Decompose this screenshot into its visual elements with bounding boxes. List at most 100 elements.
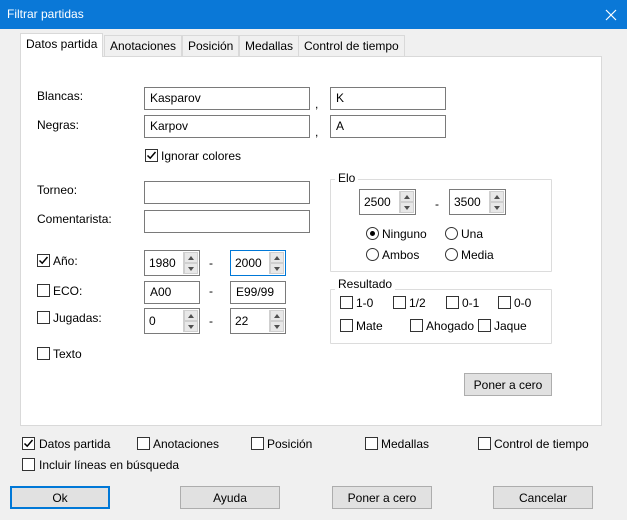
black-player-input[interactable]: Karpov	[144, 115, 310, 138]
range-dash: -	[209, 256, 213, 270]
tab-anotaciones[interactable]: Anotaciones	[104, 35, 183, 56]
year-checkbox[interactable]	[37, 254, 50, 267]
tournament-label: Torneo:	[37, 183, 78, 197]
ok-button[interactable]: Ok	[10, 486, 110, 509]
white-player-extra-input[interactable]: K	[330, 87, 446, 110]
spin-up-icon[interactable]	[270, 310, 284, 321]
range-dash: -	[209, 284, 213, 298]
year-from-value: 1980	[149, 256, 176, 270]
game-data-checkbox[interactable]	[22, 437, 35, 450]
moves-from-spinner[interactable]: 0	[144, 308, 200, 334]
moves-to-value: 22	[235, 314, 249, 328]
range-dash: -	[209, 314, 213, 328]
elo-radio-ninguno[interactable]	[366, 227, 379, 240]
tab-panel: Blancas: Kasparov , K Negras: Karpov , A…	[20, 56, 602, 426]
text-checkbox[interactable]	[37, 347, 50, 360]
annotations-label: Anotaciones	[153, 437, 220, 451]
moves-label: Jugadas:	[53, 311, 102, 325]
spin-down-icon[interactable]	[184, 263, 198, 274]
elo-radio-media[interactable]	[445, 248, 458, 261]
spin-up-icon[interactable]	[270, 252, 284, 263]
result-checkbox-draw[interactable]	[393, 296, 406, 309]
reset-button[interactable]: Poner a cero	[332, 486, 432, 509]
text-label: Texto	[53, 347, 82, 361]
tab-medallas[interactable]: Medallas	[239, 35, 300, 56]
tab-control-de-tiempo[interactable]: Control de tiempo	[298, 35, 405, 56]
spin-down-icon[interactable]	[400, 202, 414, 213]
elo-option-label: Una	[461, 227, 484, 241]
result-group-title: Resultado	[335, 277, 396, 291]
moves-to-spinner[interactable]: 22	[230, 308, 286, 334]
include-lines-checkbox[interactable]	[22, 458, 35, 471]
elo-radio-ambos[interactable]	[366, 248, 379, 261]
result-checkbox-check[interactable]	[478, 319, 491, 332]
result-option-label: Mate	[356, 319, 383, 333]
result-option-label: 0-1	[462, 296, 480, 310]
comma-separator: ,	[315, 125, 319, 139]
eco-checkbox[interactable]	[37, 284, 50, 297]
result-checkbox-mate[interactable]	[340, 319, 353, 332]
year-from-spinner[interactable]: 1980	[144, 250, 200, 276]
tournament-input[interactable]	[144, 181, 310, 204]
result-checkbox-white-win[interactable]	[340, 296, 353, 309]
spin-down-icon[interactable]	[270, 321, 284, 332]
spin-up-icon[interactable]	[184, 252, 198, 263]
white-player-input[interactable]: Kasparov	[144, 87, 310, 110]
comma-separator: ,	[315, 97, 319, 111]
year-to-value: 2000	[235, 256, 262, 270]
time-control-checkbox[interactable]	[478, 437, 491, 450]
year-to-spinner[interactable]: 2000	[230, 250, 286, 276]
eco-to-input[interactable]: E99/99	[230, 281, 286, 304]
panel-reset-button[interactable]: Poner a cero	[464, 373, 552, 396]
medals-label: Medallas	[381, 437, 430, 451]
position-label: Posición	[267, 437, 313, 451]
title-bar: Filtrar partidas	[0, 0, 627, 29]
range-dash: -	[435, 197, 439, 211]
spin-up-icon[interactable]	[184, 310, 198, 321]
time-control-label: Control de tiempo	[494, 437, 589, 451]
spin-down-icon[interactable]	[270, 263, 284, 274]
black-label: Negras:	[37, 118, 80, 132]
cancel-button[interactable]: Cancelar	[493, 486, 593, 509]
result-option-label: Jaque	[494, 319, 527, 333]
elo-option-label: Ambos	[382, 248, 420, 262]
year-label: Año:	[53, 254, 78, 268]
ignore-colors-label: Ignorar colores	[161, 149, 242, 163]
spin-up-icon[interactable]	[490, 191, 504, 202]
elo-option-label: Media	[461, 248, 494, 262]
moves-checkbox[interactable]	[37, 311, 50, 324]
eco-label: ECO:	[53, 284, 83, 298]
result-option-label: 1-0	[356, 296, 374, 310]
close-icon[interactable]	[595, 0, 627, 29]
position-checkbox[interactable]	[251, 437, 264, 450]
include-lines-label: Incluir líneas en búsqueda	[39, 458, 180, 472]
result-checkbox-black-win[interactable]	[446, 296, 459, 309]
window-title: Filtrar partidas	[7, 7, 84, 21]
annotations-checkbox[interactable]	[137, 437, 150, 450]
result-checkbox-no-result[interactable]	[498, 296, 511, 309]
eco-from-input[interactable]: A00	[144, 281, 200, 304]
result-option-label: 1/2	[409, 296, 426, 310]
elo-option-label: Ninguno	[382, 227, 427, 241]
ignore-colors-checkbox[interactable]	[145, 149, 158, 162]
result-option-label: 0-0	[514, 296, 532, 310]
annotator-input[interactable]	[144, 210, 310, 233]
spin-up-icon[interactable]	[400, 191, 414, 202]
medals-checkbox[interactable]	[365, 437, 378, 450]
black-player-extra-input[interactable]: A	[330, 115, 446, 138]
result-option-label: Ahogado	[426, 319, 475, 333]
spin-down-icon[interactable]	[184, 321, 198, 332]
result-checkbox-stalemate[interactable]	[410, 319, 423, 332]
tab-posicion[interactable]: Posición	[182, 35, 240, 56]
tab-datos-partida[interactable]: Datos partida	[20, 33, 104, 57]
elo-to-value: 3500	[454, 195, 481, 209]
elo-from-spinner[interactable]: 2500	[359, 189, 416, 215]
checkmark-icon	[146, 151, 157, 160]
elo-to-spinner[interactable]: 3500	[449, 189, 506, 215]
game-data-label: Datos partida	[39, 437, 111, 451]
elo-radio-una[interactable]	[445, 227, 458, 240]
spin-down-icon[interactable]	[490, 202, 504, 213]
white-label: Blancas:	[37, 89, 84, 103]
help-button[interactable]: Ayuda	[180, 486, 280, 509]
checkmark-icon	[23, 439, 34, 448]
